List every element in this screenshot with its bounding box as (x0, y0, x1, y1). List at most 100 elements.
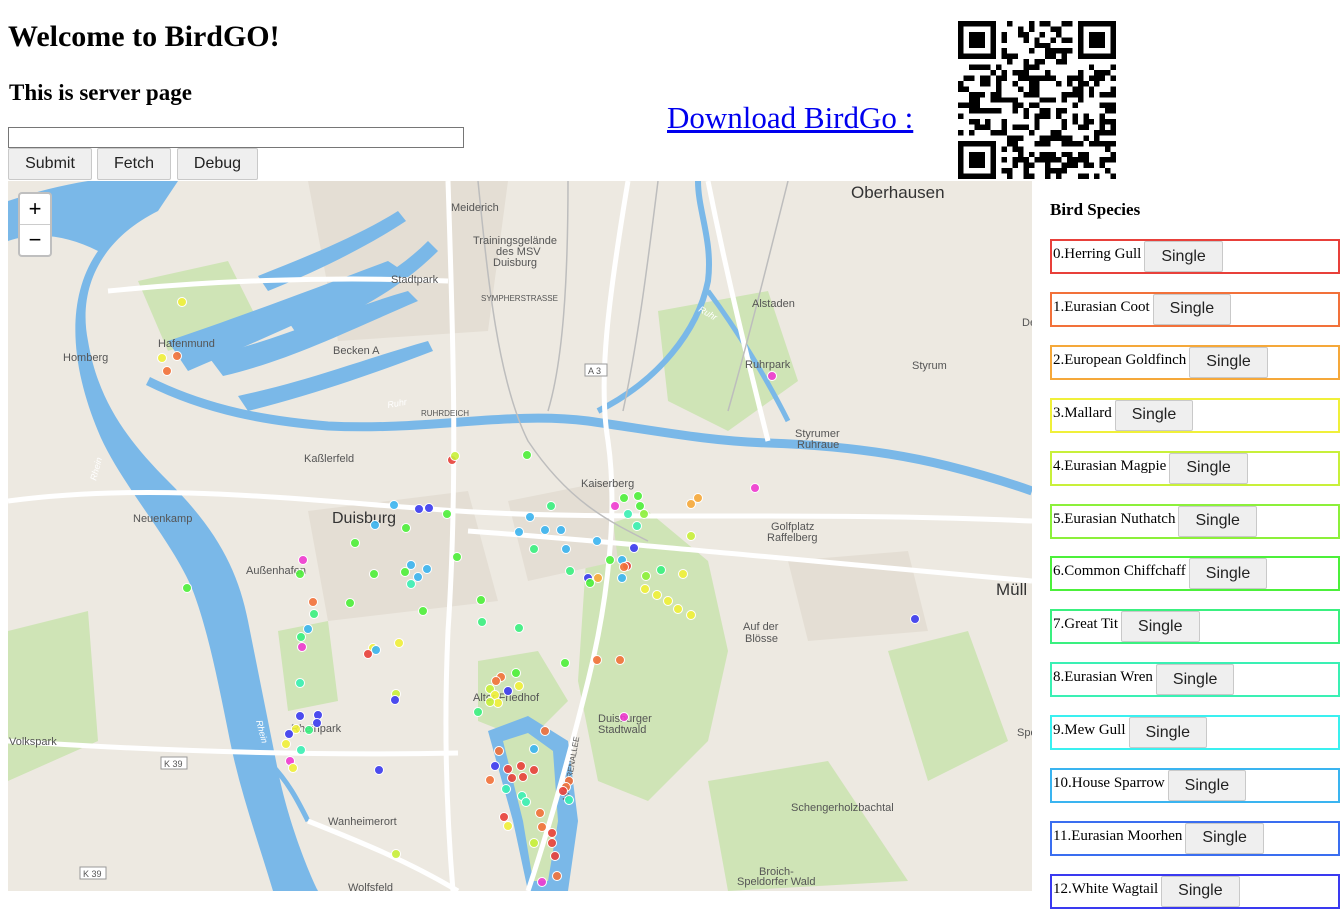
bird-marker[interactable] (503, 821, 513, 831)
bird-marker[interactable] (529, 744, 539, 754)
bird-marker[interactable] (686, 610, 696, 620)
bird-marker[interactable] (177, 297, 187, 307)
bird-marker[interactable] (406, 579, 416, 589)
bird-marker[interactable] (345, 598, 355, 608)
bird-marker[interactable] (686, 531, 696, 541)
single-button[interactable]: Single (1155, 664, 1235, 696)
bird-marker[interactable] (593, 573, 603, 583)
bird-marker[interactable] (473, 707, 483, 717)
bird-marker[interactable] (529, 838, 539, 848)
bird-marker[interactable] (546, 501, 556, 511)
bird-marker[interactable] (592, 536, 602, 546)
bird-marker[interactable] (350, 538, 360, 548)
bird-marker[interactable] (401, 523, 411, 533)
bird-marker[interactable] (297, 642, 307, 652)
single-button[interactable]: Single (1114, 399, 1194, 431)
bird-marker[interactable] (452, 552, 462, 562)
bird-marker[interactable] (182, 583, 192, 593)
bird-marker[interactable] (162, 366, 172, 376)
bird-marker[interactable] (529, 765, 539, 775)
single-button[interactable]: Single (1178, 505, 1257, 537)
bird-marker[interactable] (693, 493, 703, 503)
bird-marker[interactable] (558, 786, 568, 796)
bird-marker[interactable] (172, 351, 182, 361)
bird-marker[interactable] (592, 655, 602, 665)
bird-marker[interactable] (281, 739, 291, 749)
bird-marker[interactable] (537, 877, 547, 887)
bird-marker[interactable] (477, 617, 487, 627)
single-button[interactable]: Single (1161, 875, 1240, 907)
single-button[interactable]: Single (1189, 346, 1268, 378)
bird-marker[interactable] (308, 597, 318, 607)
bird-marker[interactable] (605, 555, 615, 565)
bird-marker[interactable] (476, 595, 486, 605)
bird-marker[interactable] (414, 504, 424, 514)
download-link[interactable]: Download BirdGo : (667, 100, 913, 136)
bird-marker[interactable] (370, 520, 380, 530)
bird-marker[interactable] (309, 609, 319, 619)
bird-marker[interactable] (516, 761, 526, 771)
bird-marker[interactable] (529, 544, 539, 554)
bird-marker[interactable] (564, 795, 574, 805)
bird-marker[interactable] (623, 509, 633, 519)
bird-marker[interactable] (494, 746, 504, 756)
bird-marker[interactable] (633, 491, 643, 501)
zoom-out-button[interactable]: − (20, 225, 50, 255)
bird-marker[interactable] (641, 571, 651, 581)
bird-marker[interactable] (514, 527, 524, 537)
bird-marker[interactable] (514, 681, 524, 691)
bird-marker[interactable] (312, 718, 322, 728)
single-button[interactable]: Single (1167, 770, 1247, 801)
single-button[interactable]: Single (1152, 293, 1232, 325)
bird-marker[interactable] (632, 521, 642, 531)
bird-marker[interactable] (491, 676, 501, 686)
bird-marker[interactable] (565, 566, 575, 576)
debug-button[interactable]: Debug (177, 148, 258, 180)
bird-marker[interactable] (390, 695, 400, 705)
bird-marker[interactable] (556, 525, 566, 535)
single-button[interactable]: Single (1128, 717, 1207, 749)
bird-marker[interactable] (424, 503, 434, 513)
bird-marker[interactable] (374, 765, 384, 775)
bird-marker[interactable] (750, 483, 760, 493)
map[interactable]: Oberhausen Meiderich Trainingsgelände de… (8, 181, 1032, 891)
bird-marker[interactable] (157, 353, 167, 363)
bird-marker[interactable] (298, 555, 308, 565)
submit-button[interactable]: Submit (8, 148, 92, 180)
bird-marker[interactable] (547, 828, 557, 838)
bird-marker[interactable] (304, 725, 314, 735)
bird-marker[interactable] (560, 658, 570, 668)
bird-marker[interactable] (501, 784, 511, 794)
bird-marker[interactable] (617, 573, 627, 583)
bird-marker[interactable] (910, 614, 920, 624)
bird-marker[interactable] (639, 509, 649, 519)
zoom-control[interactable]: + − (18, 192, 52, 257)
bird-marker[interactable] (503, 764, 513, 774)
zoom-in-button[interactable]: + (20, 194, 50, 225)
bird-marker[interactable] (550, 851, 560, 861)
bird-marker[interactable] (619, 493, 629, 503)
bird-marker[interactable] (615, 655, 625, 665)
bird-marker[interactable] (296, 632, 306, 642)
bird-marker[interactable] (673, 604, 683, 614)
bird-marker[interactable] (629, 543, 639, 553)
bird-marker[interactable] (369, 569, 379, 579)
bird-marker[interactable] (295, 678, 305, 688)
single-button[interactable]: Single (1188, 558, 1268, 590)
bird-marker[interactable] (442, 509, 452, 519)
bird-marker[interactable] (561, 544, 571, 554)
bird-marker[interactable] (296, 745, 306, 755)
bird-marker[interactable] (303, 624, 313, 634)
server-input[interactable] (8, 127, 464, 148)
bird-marker[interactable] (678, 569, 688, 579)
bird-marker[interactable] (619, 712, 629, 722)
single-button[interactable]: Single (1169, 452, 1248, 484)
bird-marker[interactable] (490, 761, 500, 771)
bird-marker[interactable] (288, 763, 298, 773)
bird-marker[interactable] (363, 649, 373, 659)
bird-marker[interactable] (663, 596, 673, 606)
bird-marker[interactable] (511, 668, 521, 678)
bird-marker[interactable] (295, 569, 305, 579)
fetch-button[interactable]: Fetch (97, 148, 171, 180)
bird-marker[interactable] (503, 686, 513, 696)
